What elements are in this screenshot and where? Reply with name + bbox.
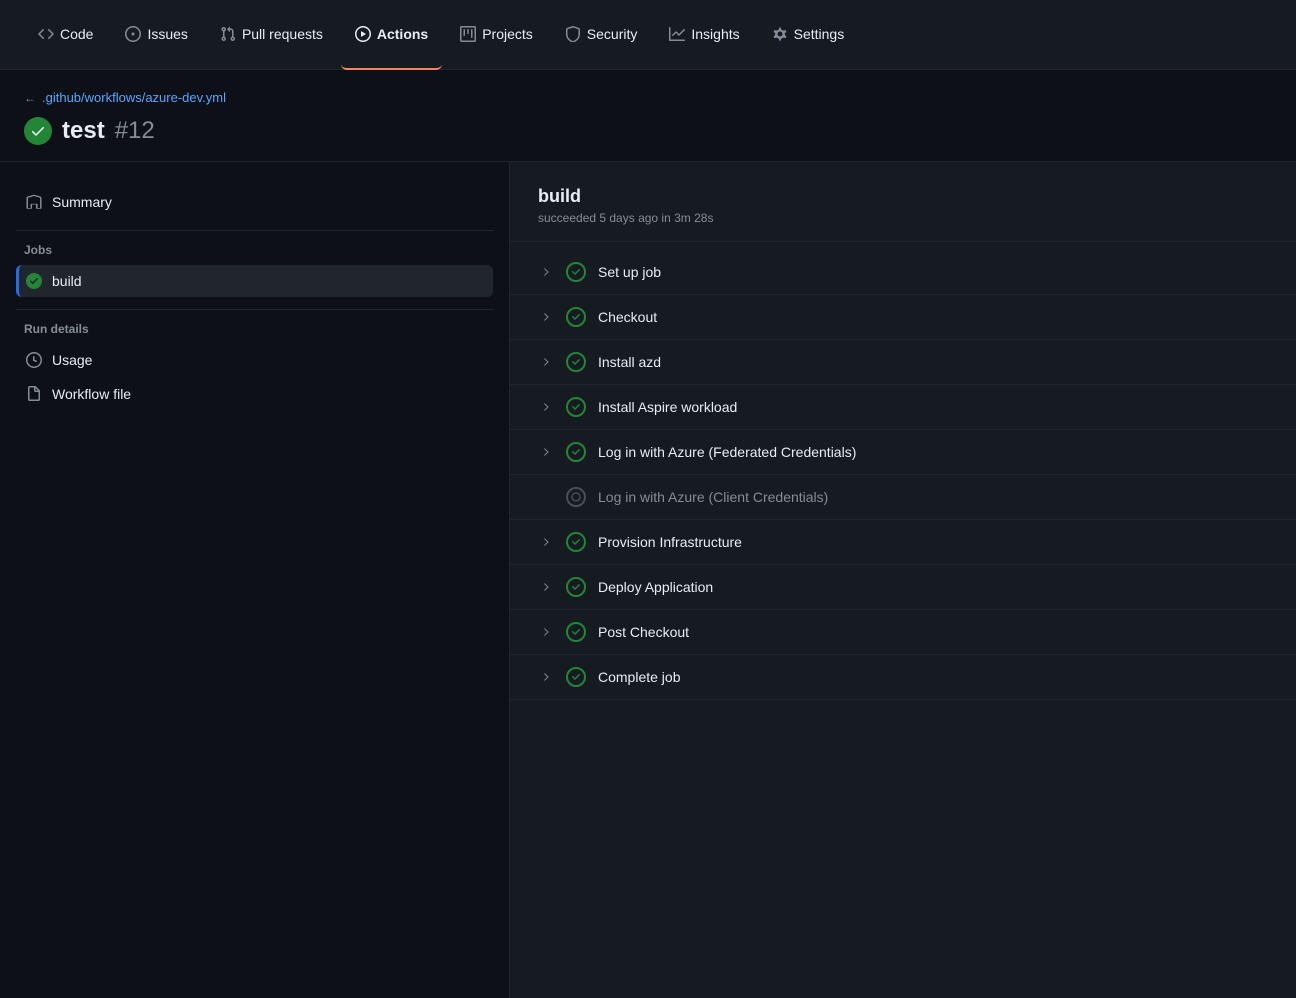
step-checkout[interactable]: Checkout (510, 295, 1296, 340)
actions-icon (355, 26, 371, 42)
step-name: Set up job (598, 264, 661, 280)
sidebar-item-usage[interactable]: Usage (16, 344, 493, 376)
sidebar-item-summary[interactable]: Summary (16, 186, 493, 218)
nav-label-security: Security (587, 26, 638, 42)
nav-label-projects: Projects (482, 26, 533, 42)
usage-label: Usage (52, 352, 92, 368)
settings-icon (772, 26, 788, 42)
workflow-file-icon (26, 386, 42, 402)
step-name: Log in with Azure (Federated Credentials… (598, 444, 856, 460)
step-success-icon (566, 622, 586, 642)
workflow-file-label: Workflow file (52, 386, 131, 402)
sidebar-divider-1 (16, 230, 493, 231)
run-title: test #12 (24, 117, 1272, 145)
nav-item-settings[interactable]: Settings (758, 0, 859, 70)
nav-label-actions: Actions (377, 26, 428, 42)
back-arrow-icon: ← (24, 91, 36, 105)
step-success-icon (566, 397, 586, 417)
chevron-right-icon (538, 401, 554, 413)
step-name: Provision Infrastructure (598, 534, 742, 550)
nav-label-pull-requests: Pull requests (242, 26, 323, 42)
nav-item-security[interactable]: Security (551, 0, 652, 70)
sidebar-item-build[interactable]: build (16, 265, 493, 297)
nav-item-insights[interactable]: Insights (655, 0, 753, 70)
usage-icon (26, 352, 42, 368)
build-status-icon (26, 273, 42, 289)
sidebar-item-workflow-file[interactable]: Workflow file (16, 378, 493, 410)
job-title: build (538, 186, 1268, 207)
summary-label: Summary (52, 194, 112, 210)
breadcrumb-path[interactable]: .github/workflows/azure-dev.yml (42, 90, 226, 105)
step-install-azd[interactable]: Install azd (510, 340, 1296, 385)
breadcrumb: ← .github/workflows/azure-dev.yml (24, 90, 1272, 105)
job-header: build succeeded 5 days ago in 3m 28s (510, 162, 1296, 242)
issues-icon (125, 26, 141, 42)
job-content: build succeeded 5 days ago in 3m 28s Set… (510, 162, 1296, 998)
main-layout: Summary Jobs build Run details Usage (0, 162, 1296, 998)
nav-label-settings: Settings (794, 26, 845, 42)
chevron-right-icon (538, 311, 554, 323)
step-post-checkout[interactable]: Post Checkout (510, 610, 1296, 655)
nav-item-actions[interactable]: Actions (341, 0, 442, 70)
step-success-icon (566, 262, 586, 282)
step-success-icon (566, 352, 586, 372)
nav-label-issues: Issues (147, 26, 187, 42)
chevron-right-icon (538, 536, 554, 548)
sidebar-divider-2 (16, 309, 493, 310)
step-success-icon (566, 667, 586, 687)
step-skipped-icon (566, 487, 586, 507)
step-success-icon (566, 577, 586, 597)
step-success-icon (566, 442, 586, 462)
nav-item-projects[interactable]: Projects (446, 0, 547, 70)
top-nav: Code Issues Pull requests Actions (0, 0, 1296, 70)
pull-requests-icon (220, 26, 236, 42)
security-icon (565, 26, 581, 42)
step-complete-job[interactable]: Complete job (510, 655, 1296, 700)
step-name: Checkout (598, 309, 657, 325)
run-name: test (62, 117, 105, 145)
chevron-right-icon (538, 356, 554, 368)
step-name: Install Aspire workload (598, 399, 737, 415)
projects-icon (460, 26, 476, 42)
nav-item-issues[interactable]: Issues (111, 0, 201, 70)
run-number: #12 (115, 117, 155, 145)
step-name: Install azd (598, 354, 661, 370)
step-log-in-federated[interactable]: Log in with Azure (Federated Credentials… (510, 430, 1296, 475)
step-success-icon (566, 532, 586, 552)
step-name: Post Checkout (598, 624, 689, 640)
home-icon (26, 194, 42, 210)
page-header: ← .github/workflows/azure-dev.yml test #… (0, 70, 1296, 162)
step-name: Deploy Application (598, 579, 713, 595)
nav-label-code: Code (60, 26, 93, 42)
chevron-right-icon (538, 626, 554, 638)
step-deploy-application[interactable]: Deploy Application (510, 565, 1296, 610)
steps-list: Set up job Checkout Inst (510, 242, 1296, 708)
code-icon (38, 26, 54, 42)
step-install-aspire-workload[interactable]: Install Aspire workload (510, 385, 1296, 430)
job-meta: succeeded 5 days ago in 3m 28s (538, 211, 1268, 225)
chevron-right-icon (538, 446, 554, 458)
step-log-in-client[interactable]: Log in with Azure (Client Credentials) (510, 475, 1296, 520)
step-provision-infrastructure[interactable]: Provision Infrastructure (510, 520, 1296, 565)
sidebar: Summary Jobs build Run details Usage (0, 162, 510, 998)
nav-item-pull-requests[interactable]: Pull requests (206, 0, 337, 70)
step-success-icon (566, 307, 586, 327)
step-set-up-job[interactable]: Set up job (510, 250, 1296, 295)
jobs-section-label: Jobs (16, 243, 493, 257)
chevron-right-icon (538, 671, 554, 683)
chevron-right-icon (538, 266, 554, 278)
run-status-icon (24, 117, 52, 145)
step-name: Complete job (598, 669, 681, 685)
run-details-label: Run details (16, 322, 493, 336)
build-label: build (52, 273, 82, 289)
step-name: Log in with Azure (Client Credentials) (598, 489, 828, 505)
nav-label-insights: Insights (691, 26, 739, 42)
chevron-right-icon (538, 581, 554, 593)
nav-item-code[interactable]: Code (24, 0, 107, 70)
insights-icon (669, 26, 685, 42)
